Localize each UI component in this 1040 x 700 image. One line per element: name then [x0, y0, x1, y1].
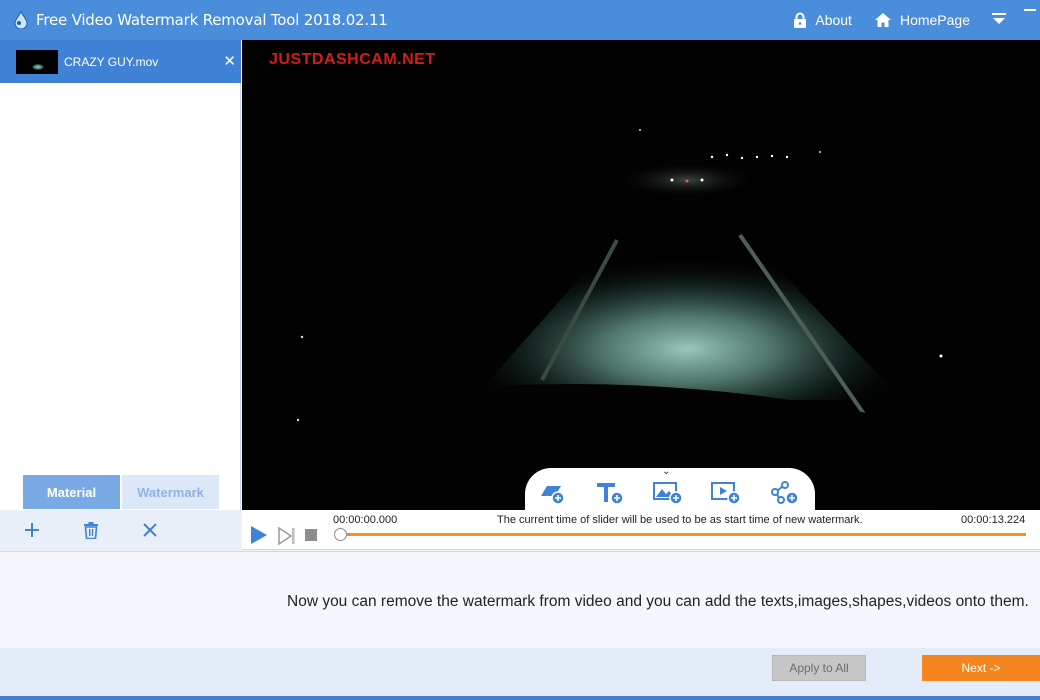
- homepage-button[interactable]: HomePage: [874, 12, 970, 28]
- add-material-button[interactable]: [20, 518, 44, 542]
- playback-bar: 00:00:00.000 The current time of slider …: [242, 510, 1040, 550]
- time-start: 00:00:00.000: [333, 514, 398, 526]
- play-icon: [251, 526, 267, 544]
- home-icon: [874, 13, 891, 27]
- about-button[interactable]: About: [793, 12, 852, 28]
- file-name: CRAZY GUY.mov: [64, 54, 159, 69]
- video-frame: [242, 40, 1040, 510]
- trash-icon: [84, 521, 98, 539]
- delete-material-button[interactable]: [79, 518, 103, 542]
- instructions-text: Now you can remove the watermark from vi…: [287, 593, 1029, 610]
- material-toolbar: [0, 510, 241, 550]
- footer-accent-line: [0, 696, 1040, 700]
- add-image-icon: [653, 482, 683, 505]
- app-logo-icon: [14, 11, 28, 29]
- file-list-item[interactable]: CRAZY GUY.mov ✕: [0, 40, 241, 83]
- material-panel: CRAZY GUY.mov ✕ Material Watermark: [0, 40, 241, 550]
- next-frame-icon: [278, 526, 295, 546]
- apply-to-all-button[interactable]: Apply to All: [772, 655, 866, 681]
- add-text-button[interactable]: [593, 480, 627, 506]
- add-icon: [25, 523, 39, 537]
- menu-dropdown-button[interactable]: [992, 12, 1006, 28]
- timeline-slider-handle[interactable]: [334, 528, 347, 541]
- menu-dropdown-icon: [992, 12, 1006, 24]
- add-share-icon: [771, 481, 799, 505]
- add-video-icon: [711, 482, 741, 505]
- stop-icon: [305, 529, 317, 541]
- tab-material[interactable]: Material: [23, 475, 120, 509]
- panel-tabs: Material Watermark: [23, 475, 219, 509]
- minimize-button[interactable]: [1024, 9, 1036, 11]
- instructions-area: Now you can remove the watermark from vi…: [0, 551, 1040, 648]
- chevron-down-icon[interactable]: ⌄: [662, 466, 670, 477]
- next-button[interactable]: Next ->: [922, 655, 1040, 681]
- add-image-button[interactable]: [651, 480, 685, 506]
- add-shape-icon: [541, 486, 565, 505]
- video-overlay-text: JUSTDASHCAM.NET: [269, 51, 436, 68]
- remove-file-icon[interactable]: ✕: [223, 52, 236, 70]
- footer-bar: Apply to All Next ->: [0, 648, 1040, 700]
- next-frame-button[interactable]: [277, 526, 299, 549]
- tab-watermark[interactable]: Watermark: [122, 475, 219, 509]
- about-label: About: [815, 12, 852, 28]
- video-preview[interactable]: JUSTDASHCAM.NET ⌄: [242, 40, 1040, 510]
- add-video-button[interactable]: [709, 480, 743, 506]
- add-share-button[interactable]: [767, 480, 801, 506]
- slider-message: The current time of slider will be used …: [497, 514, 863, 526]
- clear-materials-button[interactable]: [138, 518, 162, 542]
- lock-icon: [794, 12, 807, 28]
- add-shape-button[interactable]: [535, 480, 569, 506]
- time-end: 00:00:13.224: [961, 514, 1026, 526]
- stop-button[interactable]: [305, 529, 317, 544]
- homepage-label: HomePage: [899, 12, 970, 28]
- add-text-icon: [597, 483, 624, 505]
- title-bar: Free Video Watermark Removal Tool 2018.0…: [0, 0, 1040, 40]
- play-button[interactable]: [249, 524, 269, 549]
- app-title: Free Video Watermark Removal Tool 2018.0…: [36, 11, 388, 29]
- timeline-track[interactable]: [340, 533, 1026, 536]
- video-thumbnail: [16, 49, 58, 74]
- watermark-toolbar: ⌄: [525, 466, 815, 510]
- close-icon: [143, 523, 157, 537]
